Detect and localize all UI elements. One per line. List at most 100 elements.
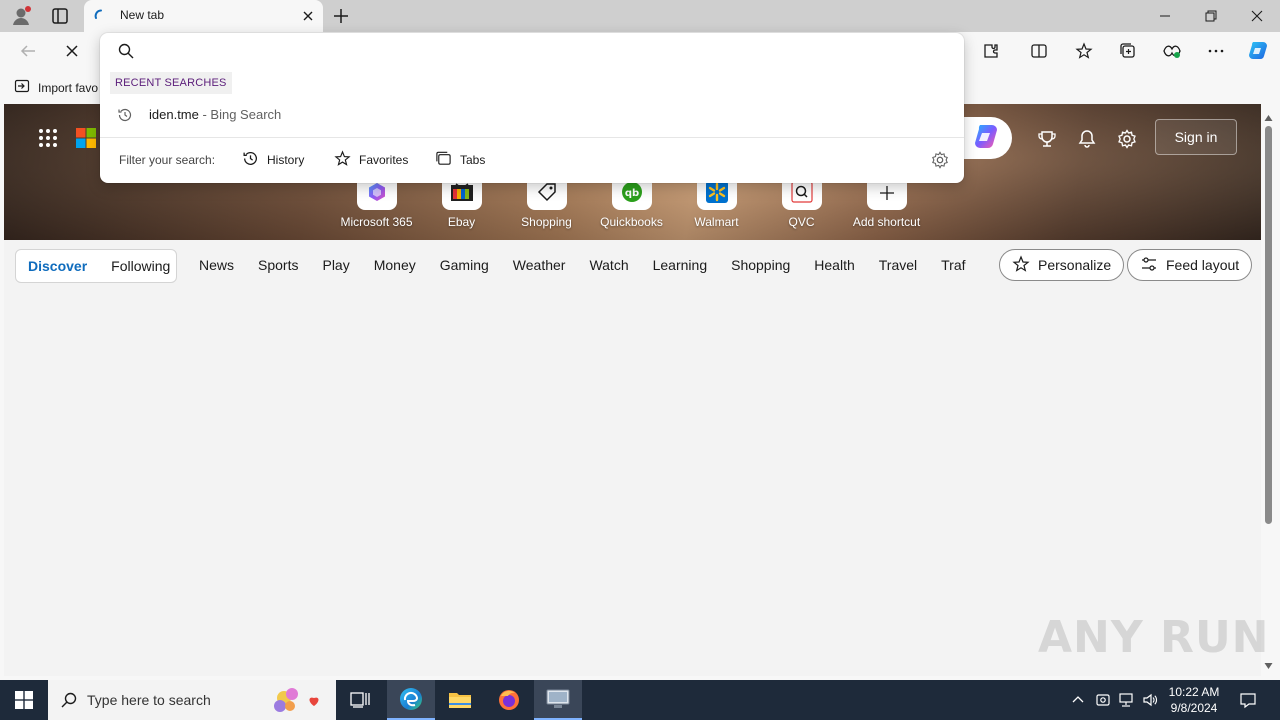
recent-searches-header: RECENT SEARCHES [110,72,232,94]
taskbar: Type here to search 10:22 AM 9/8/2024 [0,680,1280,720]
copilot-icon[interactable] [1246,39,1270,63]
anyrun-watermark: ANY RUN [1038,612,1270,663]
category-learning[interactable]: Learning [641,257,720,273]
shortcut-add[interactable]: Add shortcut [844,176,929,229]
shortcut-label: Ebay [447,215,476,229]
meet-now-icon[interactable] [1093,680,1113,720]
category-news[interactable]: News [187,257,246,273]
minimize-button[interactable] [1142,0,1188,32]
personalize-label: Personalize [1038,257,1112,273]
clock-time: 10:22 AM [1168,685,1220,699]
category-sports[interactable]: Sports [246,257,310,273]
category-traffic[interactable]: Traf [929,257,977,273]
more-menu-icon[interactable] [1206,41,1226,61]
scroll-up-arrow-icon[interactable] [1264,110,1273,121]
favorites-star-icon[interactable] [1074,41,1094,61]
collections-icon[interactable] [1118,41,1138,61]
shortcut-shopping[interactable]: Shopping [504,176,589,229]
shortcut-ebay[interactable]: Ebay [419,176,504,229]
search-settings-gear-icon[interactable] [931,151,949,169]
scrollbar-thumb[interactable] [1265,126,1272,524]
shortcut-microsoft-365[interactable]: Microsoft 365 [334,176,419,229]
copilot-icon [970,121,1002,156]
system-clock[interactable]: 10:22 AM 9/8/2024 [1158,684,1230,716]
category-health[interactable]: Health [802,257,866,273]
tab-actions-icon[interactable] [50,6,70,26]
copilot-search-button[interactable] [960,117,1012,159]
taskbar-search-box[interactable]: Type here to search [48,680,336,720]
category-list: News Sports Play Money Gaming Weather Wa… [187,257,978,273]
show-hidden-icons-chevron-icon[interactable] [1068,680,1088,720]
firefox-icon[interactable] [485,680,533,720]
category-play[interactable]: Play [310,257,361,273]
tab-strip: New tab [0,0,1280,32]
category-money[interactable]: Money [362,257,428,273]
network-icon[interactable] [1116,680,1136,720]
shortcut-quickbooks[interactable]: qb Quickbooks [589,176,674,229]
shopping-tag-icon [536,181,558,206]
shortcut-qvc[interactable]: QVC [759,176,844,229]
category-gaming[interactable]: Gaming [428,257,501,273]
sparkle-star-icon [1012,254,1030,276]
stop-loading-icon[interactable] [62,41,82,61]
filter-history-button[interactable]: History [242,150,304,170]
quickbooks-icon: qb [621,181,643,206]
history-icon [242,150,259,170]
file-explorer-icon[interactable] [436,680,484,720]
shortcut-walmart[interactable]: Walmart [674,176,759,229]
remote-app-icon[interactable] [534,680,582,720]
recent-search-item[interactable]: iden.tme - Bing Search [100,101,964,129]
tab-discover[interactable]: Discover [16,258,99,274]
search-highlight-flowers-icon [270,684,330,719]
edge-taskbar-icon[interactable] [387,680,435,720]
volume-icon[interactable] [1140,680,1160,720]
notifications-icon[interactable] [1236,680,1260,720]
ebay-icon [450,183,474,206]
history-clock-icon [117,107,133,123]
feed-navigation: Discover Following News Sports Play Mone… [4,240,1261,300]
browser-essentials-icon[interactable] [1162,41,1182,61]
microsoft-logo-icon[interactable] [76,128,96,148]
new-tab-plus-icon[interactable] [331,6,351,26]
address-input[interactable] [144,39,944,63]
divider [100,137,964,138]
restore-button[interactable] [1188,0,1234,32]
microsoft-365-icon [366,181,388,206]
feed-layout-label: Feed layout [1166,257,1240,273]
back-arrow-icon[interactable] [18,41,38,61]
app-launcher-icon[interactable] [38,128,58,148]
recent-query: iden.tme [149,107,199,122]
category-watch[interactable]: Watch [577,257,640,273]
svg-text:qb: qb [624,188,638,199]
category-travel[interactable]: Travel [867,257,929,273]
notifications-bell-icon[interactable] [1076,128,1098,150]
profile-icon[interactable] [10,5,32,27]
import-favorites-icon [14,78,30,97]
filter-tabs-button[interactable]: Tabs [435,150,485,170]
close-window-button[interactable] [1234,0,1280,32]
shortcuts-row: Microsoft 365 Ebay Shopping qb Quickbook… [334,176,929,229]
search-icon [118,43,134,59]
feed-layout-button[interactable]: Feed layout [1127,249,1253,281]
feed-tab-group: Discover Following [15,249,177,283]
split-screen-icon[interactable] [1029,41,1049,61]
tab-following[interactable]: Following [99,258,182,274]
close-tab-icon[interactable] [301,9,315,23]
category-weather[interactable]: Weather [501,257,578,273]
filter-label: Filter your search: [119,153,216,167]
page-settings-gear-icon[interactable] [1116,128,1138,150]
loading-spinner-icon [94,9,108,23]
import-favorites-link[interactable]: Import favo [14,78,98,97]
rewards-trophy-icon[interactable] [1036,128,1058,150]
filter-favorites-button[interactable]: Favorites [334,150,408,170]
qvc-icon [790,181,813,206]
shortcut-label: Add shortcut [852,215,921,229]
sign-in-button[interactable]: Sign in [1155,119,1237,155]
category-shopping[interactable]: Shopping [719,257,802,273]
tab-new-tab[interactable]: New tab [84,0,323,32]
task-view-icon[interactable] [336,680,384,720]
vertical-scrollbar[interactable] [1261,104,1276,672]
windows-start-icon[interactable] [0,680,48,720]
personalize-button[interactable]: Personalize [999,249,1125,281]
extensions-icon[interactable] [981,41,1001,61]
